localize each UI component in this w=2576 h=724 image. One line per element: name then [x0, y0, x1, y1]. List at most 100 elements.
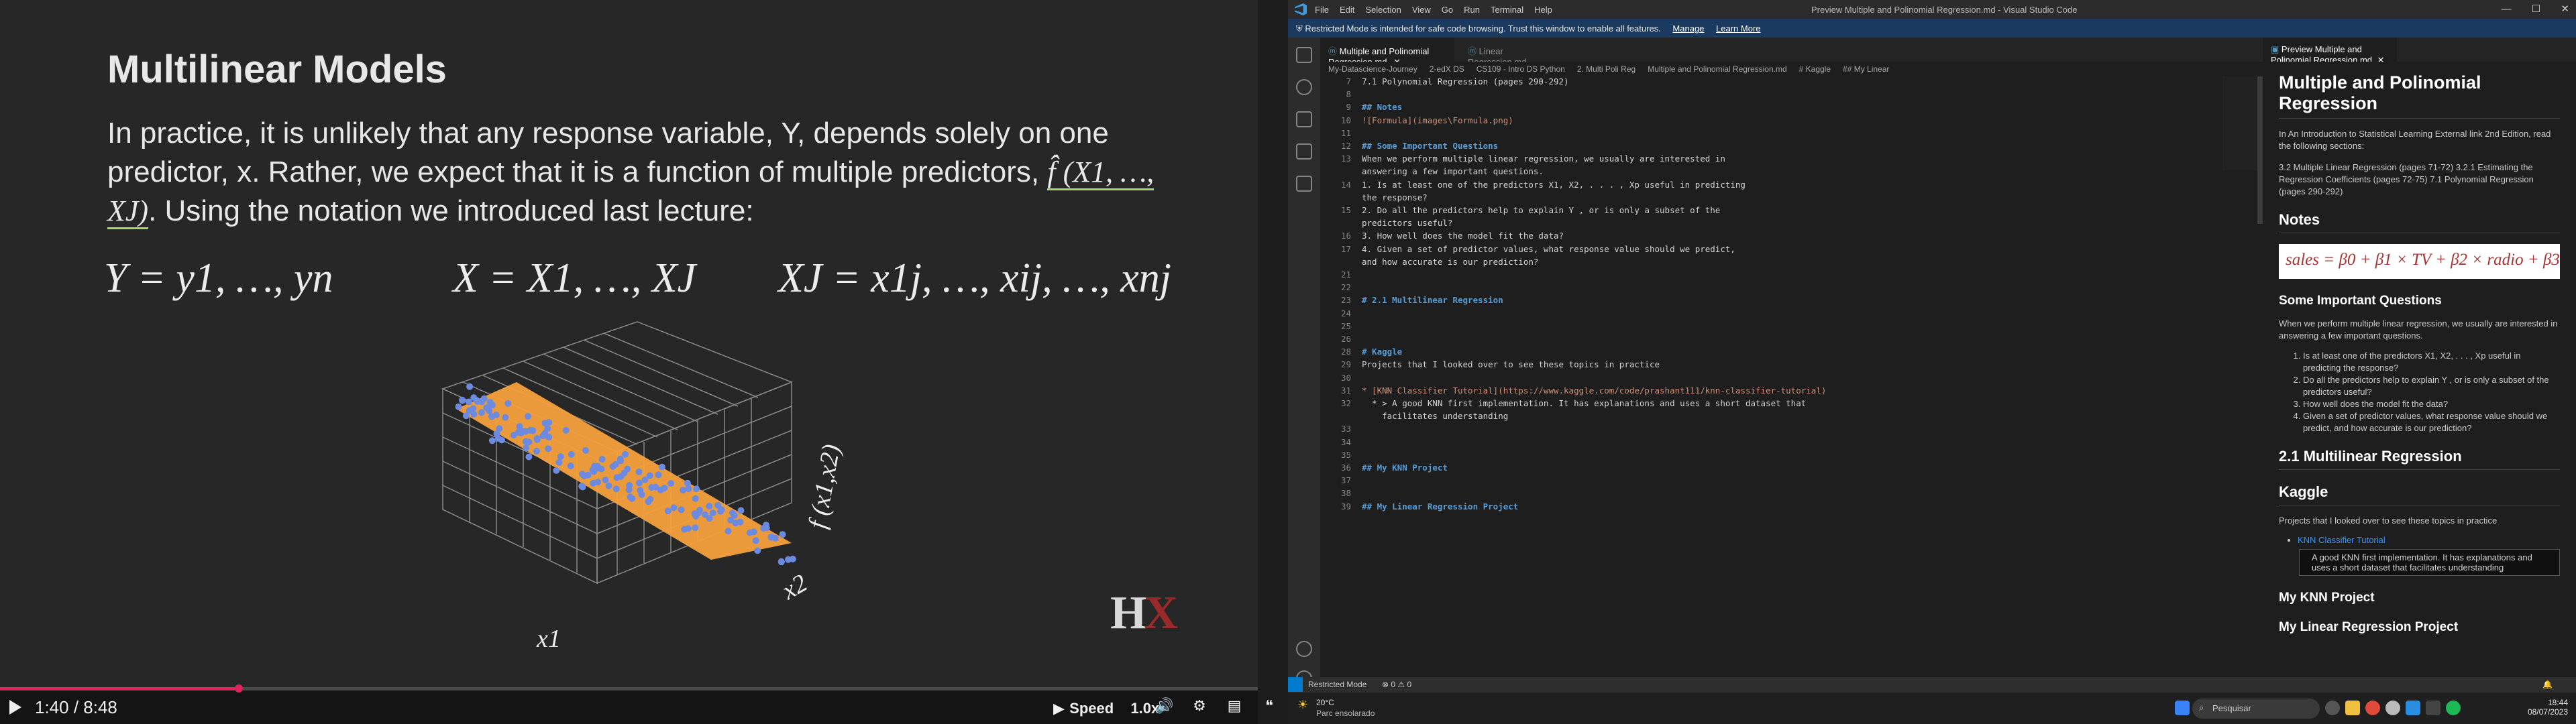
- spotify-icon[interactable]: [2446, 701, 2461, 715]
- close-icon[interactable]: ✕: [2561, 3, 2569, 15]
- code-line[interactable]: 11: [1320, 128, 1362, 141]
- equation-x: X = X1, …, XJ: [453, 255, 696, 301]
- account-icon[interactable]: [1296, 641, 1312, 657]
- play-icon[interactable]: [9, 700, 21, 715]
- start-icon[interactable]: [2175, 701, 2190, 715]
- restricted-mode-status[interactable]: Restricted Mode: [1308, 680, 1366, 689]
- line-number: 14: [1340, 179, 1351, 190]
- code-line[interactable]: 9 ## Notes: [1320, 102, 1402, 115]
- captions-icon[interactable]: ❝: [1260, 697, 1279, 715]
- minimap[interactable]: [2222, 76, 2263, 170]
- data-point: [605, 482, 612, 489]
- explorer-icon[interactable]: [1296, 47, 1312, 63]
- menu-item-file[interactable]: File: [1315, 5, 1329, 15]
- code-line[interactable]: the response?: [1320, 192, 1428, 205]
- menu-item-go[interactable]: Go: [1442, 5, 1453, 15]
- knn-tutorial-link[interactable]: KNN Classifier Tutorial: [2298, 535, 2385, 545]
- minimize-icon[interactable]: —: [2502, 3, 2512, 15]
- code-line[interactable]: 8: [1320, 89, 1362, 102]
- breadcrumb-item[interactable]: # Kaggle: [1799, 64, 1831, 74]
- code-line[interactable]: 13 When we perform multiple linear regres…: [1320, 154, 1725, 166]
- volume-icon[interactable]: 🔊: [1155, 697, 1174, 715]
- tab-multiple-polinomial[interactable]: ⓜ Multiple and Polinomial Regression.md …: [1320, 38, 1454, 67]
- source-control-icon[interactable]: [1296, 111, 1312, 127]
- breadcrumb-item[interactable]: 2. Multi Poli Reg: [1577, 64, 1635, 74]
- code-line[interactable]: 16 3. How well does the model fit the dat…: [1320, 231, 1564, 243]
- code-line[interactable]: 10 ![Formula](images\Formula.png): [1320, 115, 1513, 128]
- data-point: [692, 524, 699, 532]
- code-line[interactable]: 23 # 2.1 Multilinear Regression: [1320, 295, 1503, 308]
- app-icon[interactable]: [2426, 701, 2440, 715]
- code-line[interactable]: 12 ## Some Important Questions: [1320, 141, 1498, 154]
- breadcrumb-item[interactable]: ## My Linear: [1843, 64, 1889, 74]
- code-line[interactable]: 14 1. Is at least one of the predictors X…: [1320, 180, 1746, 192]
- breadcrumb-item[interactable]: CS109 - Intro DS Python: [1477, 64, 1565, 74]
- progress-bar[interactable]: [0, 684, 1258, 692]
- maximize-icon[interactable]: ☐: [2532, 3, 2540, 15]
- code-line[interactable]: 36 ## My KNN Project: [1320, 463, 1448, 475]
- code-line[interactable]: 25: [1320, 321, 1362, 334]
- menu-item-edit[interactable]: Edit: [1340, 5, 1354, 15]
- tab-linear-regression[interactable]: ⓜ Linear Regression.md: [1460, 38, 1560, 67]
- code-line[interactable]: 15 2. Do all the predictors help to expla…: [1320, 205, 1720, 218]
- manage-link[interactable]: Manage: [1672, 23, 1704, 34]
- breadcrumb-item[interactable]: My-Datascience-Journey: [1328, 64, 1417, 74]
- run-debug-icon[interactable]: [1296, 143, 1312, 160]
- search-box[interactable]: ⌕ Pesquisar: [2192, 699, 2320, 719]
- menu-item-run[interactable]: Run: [1464, 5, 1480, 15]
- menu-item-help[interactable]: Help: [1534, 5, 1552, 15]
- menu-item-selection[interactable]: Selection: [1365, 5, 1401, 15]
- code-line[interactable]: and how accurate is our prediction?: [1320, 257, 1538, 269]
- progress-fill: [0, 687, 239, 690]
- settings-icon[interactable]: ⚙: [1190, 697, 1209, 715]
- file-explorer-icon[interactable]: [2345, 701, 2360, 715]
- notifications-icon[interactable]: 🔔: [2542, 680, 2553, 689]
- tab-preview[interactable]: ▣ Preview Multiple and Polinomial Regres…: [2263, 38, 2397, 65]
- code-line[interactable]: 33: [1320, 424, 1362, 436]
- code-text: 3. How well does the model fit the data?: [1362, 231, 1564, 241]
- code-line[interactable]: 30: [1320, 373, 1362, 385]
- code-line[interactable]: 7 7.1 Polynomial Regression (pages 290-29…: [1320, 76, 1568, 89]
- data-point: [502, 414, 509, 421]
- code-line[interactable]: 39 ## My Linear Regression Project: [1320, 501, 1518, 514]
- code-line[interactable]: facilitates understanding: [1320, 411, 1508, 424]
- weather-widget[interactable]: ☀ 20°C Parc ensolarado: [1297, 698, 1375, 718]
- breadcrumb-item[interactable]: 2-edX DS: [1430, 64, 1464, 74]
- code-line[interactable]: 31 * [KNN Classifier Tutorial](https://ww…: [1320, 385, 1826, 398]
- transcript-icon[interactable]: ▤: [1225, 697, 1244, 715]
- breadcrumb-item[interactable]: Multiple and Polinomial Regression.md: [1648, 64, 1786, 74]
- menu-item-terminal[interactable]: Terminal: [1491, 5, 1523, 15]
- code-line[interactable]: 24: [1320, 308, 1362, 321]
- chrome-icon[interactable]: [2365, 701, 2380, 715]
- data-point: [545, 434, 553, 441]
- video-player[interactable]: Multilinear Models In practice, it is un…: [0, 0, 1288, 724]
- data-point: [525, 453, 533, 461]
- speed-button[interactable]: ▶ Speed 1.0x: [1053, 697, 1159, 718]
- code-line[interactable]: 28 # Kaggle: [1320, 347, 1402, 359]
- remote-icon[interactable]: [1288, 677, 1303, 692]
- code-line[interactable]: predictors useful?: [1320, 218, 1452, 231]
- extensions-icon[interactable]: [1296, 176, 1312, 192]
- code-line[interactable]: 26: [1320, 334, 1362, 347]
- code-line[interactable]: 38: [1320, 488, 1362, 501]
- code-line[interactable]: 29 Projects that I looked over to see the…: [1320, 359, 1660, 372]
- code-line[interactable]: 35: [1320, 450, 1362, 463]
- code-line[interactable]: 37: [1320, 475, 1362, 488]
- problems-status[interactable]: ⊗ 0 ⚠ 0: [1382, 680, 1411, 689]
- widgets-icon[interactable]: [2325, 701, 2340, 715]
- clock[interactable]: 18:44 08/07/2023: [2528, 698, 2568, 717]
- editor-scrollbar[interactable]: [2257, 76, 2263, 224]
- search-icon[interactable]: [1296, 79, 1312, 95]
- code-line[interactable]: 34: [1320, 437, 1362, 450]
- code-line[interactable]: 22: [1320, 282, 1362, 295]
- learn-more-link[interactable]: Learn More: [1716, 23, 1760, 34]
- code-editor[interactable]: 7 7.1 Polynomial Regression (pages 290-29…: [1320, 76, 2263, 677]
- browser-icon[interactable]: [2385, 701, 2400, 715]
- code-line[interactable]: answering a few important questions.: [1320, 166, 1544, 179]
- code-line[interactable]: 17 4. Given a set of predictor values, wh…: [1320, 244, 1735, 257]
- data-point: [670, 504, 678, 511]
- vscode-taskbar-icon[interactable]: [2406, 701, 2420, 715]
- code-line[interactable]: 21: [1320, 269, 1362, 282]
- menu-item-view[interactable]: View: [1412, 5, 1431, 15]
- code-line[interactable]: 32 * > A good KNN first implementation. …: [1320, 398, 1806, 411]
